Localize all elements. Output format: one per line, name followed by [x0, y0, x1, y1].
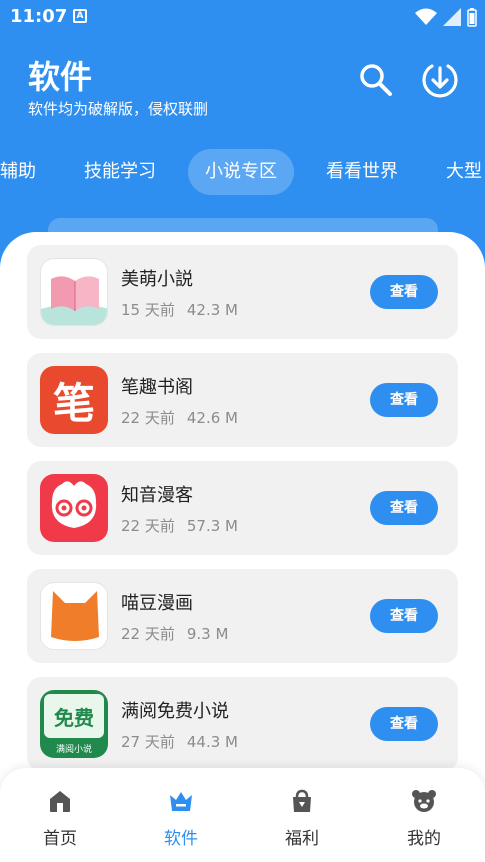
manyue-icon-caption: 满阅小说: [55, 745, 92, 755]
view-button[interactable]: 查看: [370, 383, 438, 417]
view-button[interactable]: 查看: [370, 275, 438, 309]
app-name: 喵豆漫画: [121, 593, 193, 614]
app-card[interactable]: 笔 笔趣书阁 22 天前 42.6 M 查看: [27, 353, 458, 447]
app-card[interactable]: 喵豆漫画 22 天前 9.3 M 查看: [27, 569, 458, 663]
view-button[interactable]: 查看: [370, 707, 438, 741]
nav-welfare-label: 福利: [285, 829, 319, 849]
wifi-icon: [415, 8, 437, 25]
crown-icon: [170, 792, 192, 811]
biqu-app-icon: 笔: [40, 366, 108, 434]
zhiyin-app-icon: [40, 474, 108, 542]
category-tabs: 辅助 技能学习 小说专区 看看世界 大型: [0, 146, 485, 200]
system-icons: [415, 7, 477, 27]
manyue-icon-badge: 免费: [54, 705, 94, 730]
tab-see-world[interactable]: 看看世界: [326, 149, 398, 195]
tab-skill-learning[interactable]: 技能学习: [84, 149, 156, 195]
app-card[interactable]: 知音漫客 22 天前 57.3 M 查看: [27, 461, 458, 555]
app-age: 22 天前: [121, 625, 175, 643]
nav-mine[interactable]: 我的: [364, 768, 484, 862]
app-card[interactable]: 美萌小説 15 天前 42.3 M 查看: [27, 245, 458, 339]
app-meta: 27 天前 44.3 M: [121, 731, 238, 752]
app-name: 笔趣书阁: [121, 377, 193, 398]
app-meta: 22 天前 57.3 M: [121, 515, 238, 536]
app-age: 27 天前: [121, 733, 175, 751]
signal-icon: [443, 8, 461, 26]
download-icon[interactable]: [420, 60, 460, 100]
meimeng-app-icon: [40, 258, 108, 326]
gift-bag-icon: [293, 789, 311, 812]
nav-home[interactable]: 首页: [0, 768, 120, 862]
app-size: 42.3 M: [186, 301, 238, 319]
bear-face-icon: [412, 790, 436, 812]
home-icon: [50, 791, 70, 812]
nav-welfare[interactable]: 福利: [242, 768, 362, 862]
app-size: 57.3 M: [186, 517, 238, 535]
nav-software-label: 软件: [164, 829, 198, 849]
biqu-icon-glyph: 笔: [52, 378, 95, 428]
app-size: 42.6 M: [186, 409, 238, 427]
app-meta: 15 天前 42.3 M: [121, 299, 238, 320]
nav-software[interactable]: 软件: [121, 768, 241, 862]
app-name: 满阅免费小说: [121, 701, 229, 722]
miaodou-app-icon: [40, 582, 108, 650]
search-icon[interactable]: [358, 62, 394, 98]
page-title: 软件: [28, 58, 93, 96]
notification-a-icon: A: [73, 9, 87, 23]
app-size: 44.3 M: [186, 733, 238, 751]
battery-icon: [467, 8, 477, 27]
nav-home-label: 首页: [43, 829, 77, 849]
page-subtitle: 软件均为破解版，侵权联删: [28, 100, 209, 118]
app-card[interactable]: 免费 满阅小说 满阅免费小说 27 天前 44.3 M 查看: [27, 677, 458, 771]
tab-novel-zone[interactable]: 小说专区: [188, 149, 294, 195]
view-button[interactable]: 查看: [370, 491, 438, 525]
app-age: 22 天前: [121, 409, 175, 427]
app-meta: 22 天前 9.3 M: [121, 623, 228, 644]
status-time: 11:07: [10, 6, 68, 27]
app-name: 知音漫客: [121, 485, 193, 506]
app-name: 美萌小説: [121, 269, 193, 290]
status-bar: 11:07 A: [0, 0, 485, 34]
manyue-app-icon: 免费 满阅小说: [40, 690, 108, 758]
view-button[interactable]: 查看: [370, 599, 438, 633]
tab-large[interactable]: 大型: [446, 149, 482, 195]
tab-assist[interactable]: 辅助: [0, 149, 36, 195]
app-meta: 22 天前 42.6 M: [121, 407, 238, 428]
app-header: 软件 软件均为破解版，侵权联删: [0, 34, 485, 144]
nav-mine-label: 我的: [407, 829, 441, 849]
app-age: 22 天前: [121, 517, 175, 535]
bottom-navigation: 首页 软件 福利 我的: [0, 768, 485, 862]
app-size: 9.3 M: [186, 625, 229, 643]
app-age: 15 天前: [121, 301, 175, 319]
